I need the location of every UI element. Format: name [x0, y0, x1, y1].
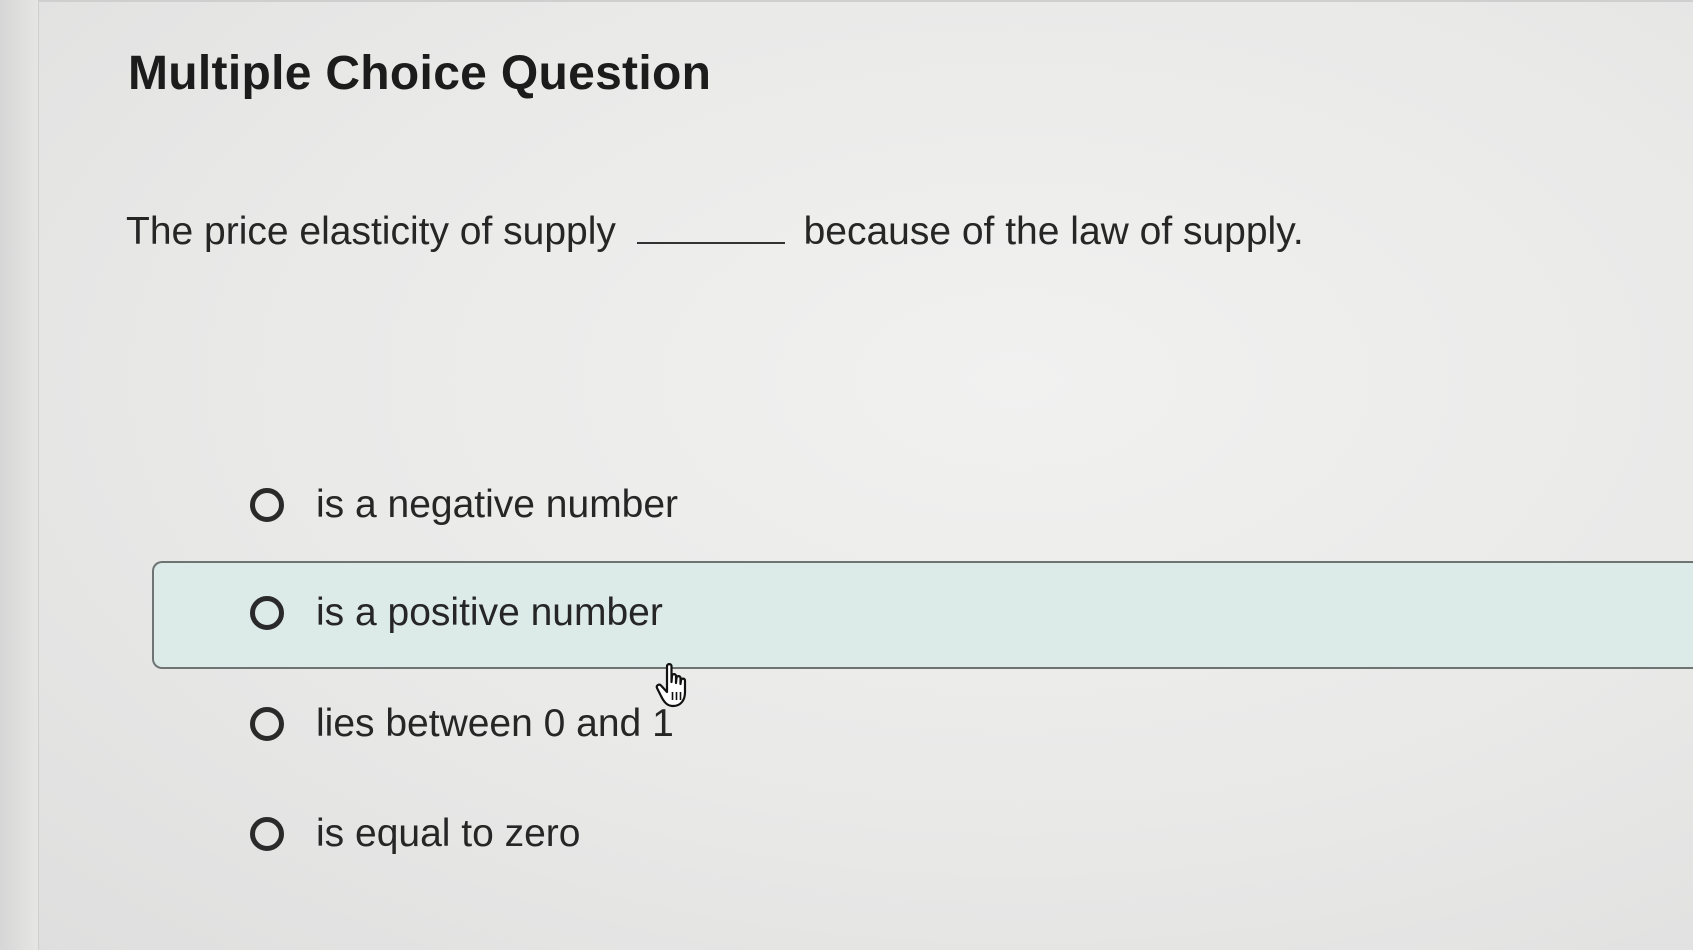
- hand-pointer-icon: [655, 663, 687, 708]
- radio-button-icon[interactable]: [250, 817, 284, 851]
- option-label: is equal to zero: [316, 812, 581, 855]
- option-label: is a positive number: [316, 591, 663, 634]
- option-positive-number[interactable]: is a positive number: [152, 561, 1693, 669]
- answer-options: is a negative number is a positive numbe…: [0, 0, 1693, 950]
- radio-button-icon[interactable]: [250, 707, 284, 741]
- option-negative-number[interactable]: is a negative number: [152, 453, 1693, 561]
- option-label: is a negative number: [316, 483, 679, 526]
- option-label: lies between 0 and 1: [316, 702, 674, 745]
- option-between-zero-and-one[interactable]: lies between 0 and 1: [152, 672, 1693, 780]
- radio-button-icon[interactable]: [250, 488, 284, 522]
- radio-button-icon[interactable]: [250, 596, 284, 630]
- option-equal-to-zero[interactable]: is equal to zero: [152, 782, 1693, 890]
